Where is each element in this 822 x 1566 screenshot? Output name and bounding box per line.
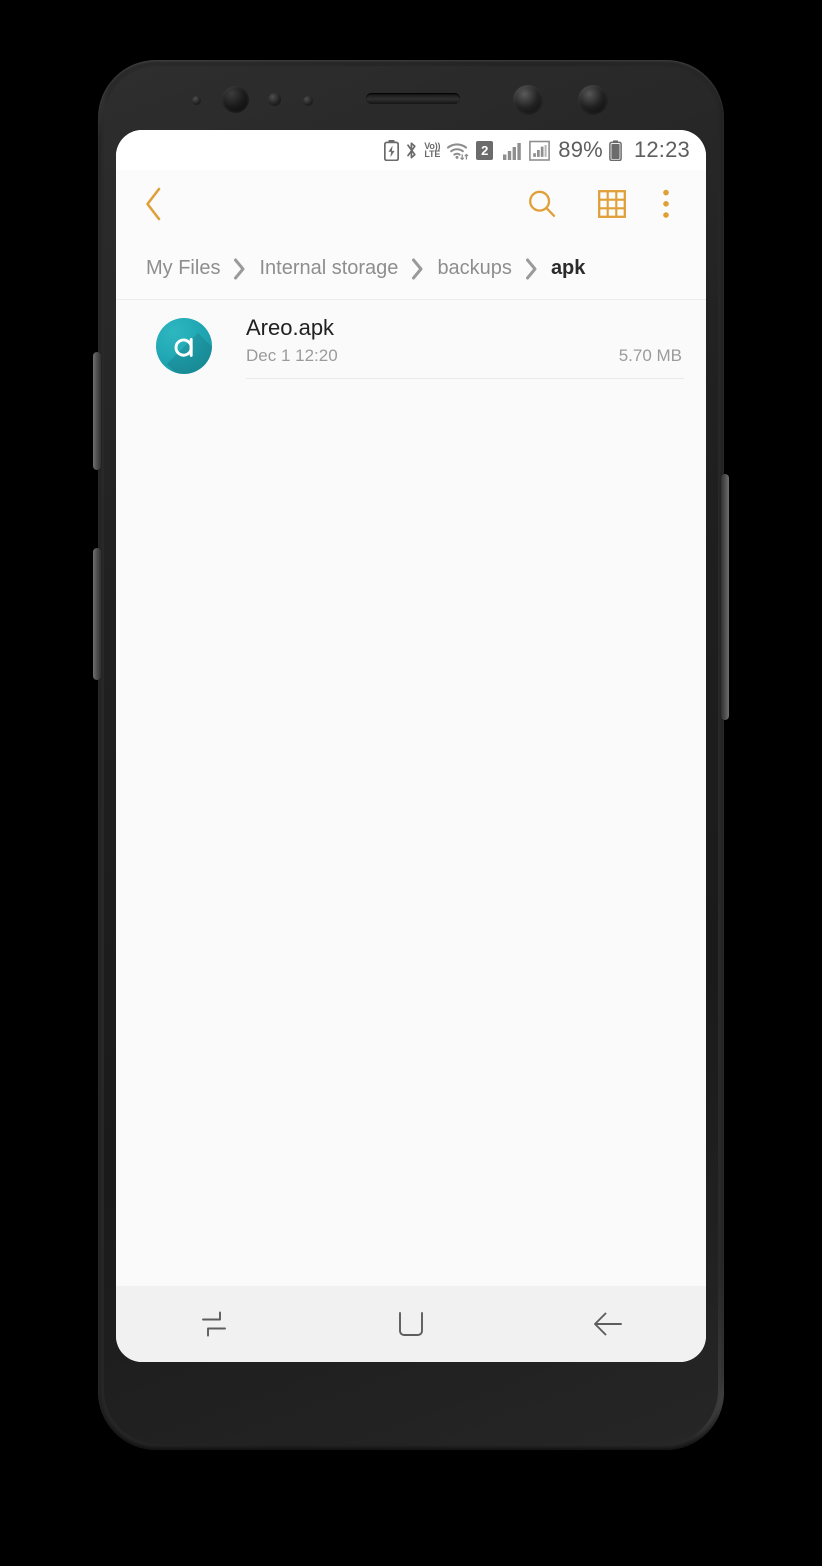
status-bar: Vo)) LTE 2 89% 12:23 [116,130,706,170]
file-size-label: 5.70 MB [618,345,682,365]
clock-label: 12:23 [633,137,690,162]
iris-scanner-lens-icon [222,86,249,113]
proximity-sensor-icon [192,96,201,105]
battery-percent-label: 89% [558,137,603,162]
file-date-label: Dec 1 12:20 [246,345,338,365]
led-indicator-icon [303,96,313,106]
breadcrumb-item-backups[interactable]: backups [437,257,512,280]
chevron-right-icon [233,258,246,280]
screenshot-root: Vo)) LTE 2 89% 12:23 My Files Internal s… [0,0,822,1566]
back-button[interactable] [134,182,174,226]
sim2-icon: 2 [476,140,494,160]
breadcrumb-item-my-files[interactable]: My Files [146,257,220,280]
recents-button[interactable] [116,1309,313,1339]
earpiece-speaker [366,93,460,104]
front-sensor-icon [513,85,543,115]
file-name-label: Areo.apk [246,315,335,340]
signal-box-icon [529,140,551,161]
nav-back-button[interactable] [509,1309,706,1339]
chevron-right-icon [525,258,538,280]
system-navigation-bar [116,1286,706,1362]
list-item[interactable]: Areo.apk Dec 1 12:20 5.70 MB [116,300,706,379]
front-camera-icon [578,85,608,115]
power-button[interactable] [721,474,729,720]
battery-icon [609,139,622,161]
battery-saver-icon [384,139,400,161]
breadcrumb-item-internal-storage[interactable]: Internal storage [259,257,398,280]
search-button[interactable] [520,182,564,226]
chevron-right-icon [411,258,424,280]
breadcrumb: My Files Internal storage backups apk [116,238,706,300]
wifi-icon [446,140,470,161]
bluetooth-icon [405,140,418,161]
areo-app-icon [156,318,212,375]
app-toolbar [116,170,706,238]
more-options-button[interactable] [648,182,684,226]
light-sensor-icon [268,93,281,106]
volte-icon: Vo)) LTE [424,140,441,159]
phone-screen: Vo)) LTE 2 89% 12:23 My Files Internal s… [116,130,706,1362]
signal-bars-icon [503,140,523,161]
file-list: Areo.apk Dec 1 12:20 5.70 MB [116,300,706,1286]
volume-down-button[interactable] [93,548,101,680]
home-button[interactable] [313,1309,510,1339]
grid-view-button[interactable] [590,182,634,226]
breadcrumb-item-apk: apk [550,257,586,279]
volume-up-button[interactable] [93,352,101,470]
file-meta: Areo.apk Dec 1 12:20 5.70 MB [246,314,684,379]
